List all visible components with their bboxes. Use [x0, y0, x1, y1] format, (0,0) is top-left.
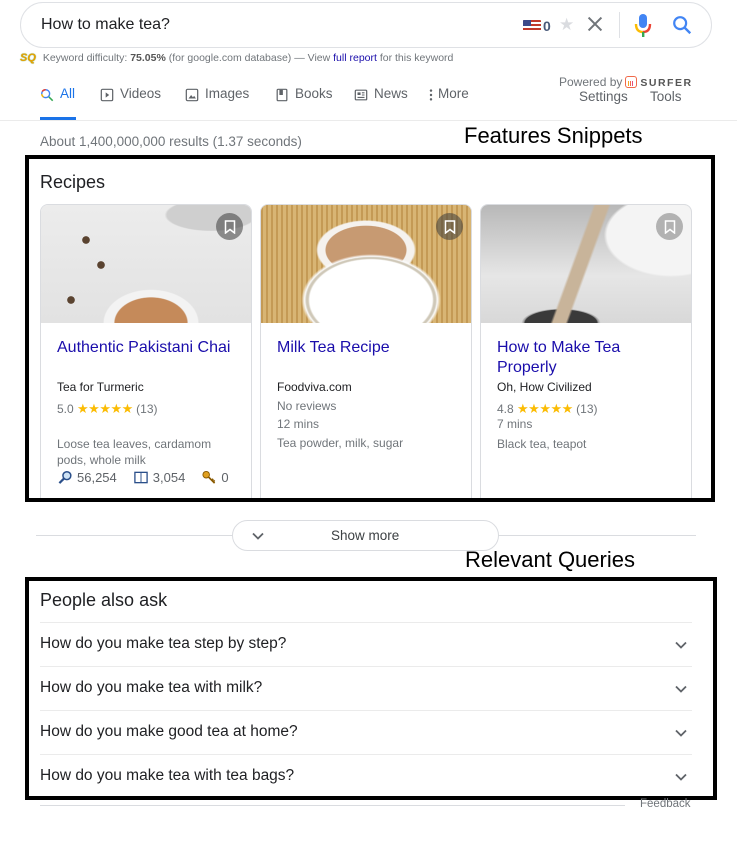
book-icon — [134, 471, 148, 484]
tab-all-label: All — [60, 86, 76, 101]
play-icon — [100, 88, 114, 102]
recipe-card[interactable]: Milk Tea Recipe Foodviva.com No reviews … — [260, 204, 472, 498]
searches-count: 56,254 — [77, 470, 117, 485]
rating-value: 5.0 — [57, 402, 74, 416]
tab-books[interactable]: Books — [275, 86, 333, 120]
tab-more[interactable]: More — [428, 86, 469, 120]
paa-question-text: How do you make tea step by step? — [40, 635, 287, 652]
news-icon — [354, 89, 368, 101]
bookmark-button[interactable] — [656, 213, 683, 240]
people-also-ask-heading: People also ask — [40, 590, 168, 610]
recipes-heading: Recipes — [40, 172, 106, 192]
show-more-button[interactable]: Show more — [232, 520, 499, 551]
rating-stars-icon: ★★★★★ — [517, 401, 573, 416]
close-icon[interactable] — [584, 13, 606, 35]
surfer-logo-icon — [625, 76, 638, 88]
recipe-title-link[interactable]: How to Make Tea Properly — [497, 338, 683, 378]
full-report-link[interactable]: full report — [333, 52, 377, 64]
paa-question[interactable]: How do you make tea with tea bags? — [40, 754, 692, 798]
kebab-icon — [429, 89, 433, 101]
powered-by-surfer: Powered by SURFER — [559, 75, 693, 89]
tab-books-label: Books — [295, 86, 333, 101]
image-icon — [185, 88, 199, 102]
search-input[interactable]: How to make tea? — [41, 16, 170, 34]
kd-label: Keyword difficulty: — [42, 52, 128, 64]
feedback-link[interactable]: Feedback — [640, 798, 691, 810]
tab-news-label: News — [374, 86, 408, 101]
semrush-logo-icon: SQ — [20, 52, 36, 64]
bookmark-button[interactable] — [436, 213, 463, 240]
recipe-source: Oh, How Civilized — [497, 380, 592, 394]
recipe-time: 7 mins — [497, 417, 533, 431]
key-icon — [202, 470, 216, 484]
bookmark-button[interactable] — [216, 213, 243, 240]
bookmark-icon — [664, 219, 675, 234]
microphone-icon[interactable] — [633, 13, 653, 39]
search-icon — [41, 89, 54, 102]
recipe-time: 12 mins — [277, 417, 320, 431]
kd-suffix: for this keyword — [379, 52, 454, 64]
result-stats: About 1,400,000,000 results (1.37 second… — [40, 134, 302, 149]
paa-question-text: How do you make tea with milk? — [40, 679, 263, 696]
bookmark-icon — [224, 219, 235, 234]
review-count: (13) — [136, 402, 158, 416]
chevron-down-icon — [675, 641, 687, 649]
kd-value: 75.05% — [130, 52, 166, 64]
book-icon — [276, 88, 288, 102]
search-divider — [619, 12, 620, 38]
chevron-down-icon — [252, 532, 264, 540]
tools-button[interactable]: Tools — [650, 89, 682, 104]
recipe-reviews: No reviews — [277, 399, 337, 413]
pages-count: 3,054 — [152, 470, 186, 485]
rating-value: 4.8 — [497, 402, 514, 416]
paa-question-text: How do you make good tea at home? — [40, 723, 298, 740]
tabs-divider — [0, 120, 737, 121]
recipe-title-link[interactable]: Milk Tea Recipe — [277, 338, 463, 358]
recipe-source: Tea for Turmeric — [57, 380, 144, 394]
kd-database-note: (for google.com database) — View — [168, 52, 331, 64]
rating-stars-icon: ★★★★★ — [77, 401, 133, 416]
search-icon[interactable] — [671, 14, 693, 36]
tab-images[interactable]: Images — [185, 86, 249, 120]
recipe-rating: 5.0 ★★★★★ (13) — [57, 401, 158, 417]
magnifier-icon — [58, 470, 72, 484]
chevron-down-icon — [675, 729, 687, 737]
bookmark-icon — [444, 219, 455, 234]
tab-more-label: More — [438, 86, 469, 101]
surfer-brand: SURFER — [640, 77, 693, 89]
powered-by-label: Powered by — [559, 75, 623, 89]
review-count: (13) — [576, 402, 598, 416]
us-flag-icon — [523, 20, 541, 32]
tab-videos[interactable]: Videos — [100, 86, 161, 120]
show-more-label: Show more — [331, 528, 400, 543]
paa-question-text: How do you make tea with tea bags? — [40, 767, 295, 784]
recipe-ingredients: Tea powder, milk, sugar — [277, 436, 404, 450]
recipe-ingredients: Loose tea leaves, cardamom pods, whole m… — [57, 437, 212, 467]
recipe-source: Foodviva.com — [277, 380, 352, 394]
chevron-down-icon — [675, 685, 687, 693]
paa-question[interactable]: How do you make tea with milk? — [40, 666, 692, 710]
tab-all[interactable]: All — [40, 86, 76, 120]
flag-count: 0 — [543, 18, 551, 34]
keyword-difficulty-bar: SQ Keyword difficulty: 75.05% (for googl… — [20, 52, 453, 64]
settings-button[interactable]: Settings — [579, 89, 628, 104]
recipe-ingredients: Black tea, teapot — [497, 437, 587, 451]
search-bar[interactable]: How to make tea? 0 ★ — [20, 2, 712, 48]
tab-videos-label: Videos — [120, 86, 162, 101]
recipe-title-link[interactable]: Authentic Pakistani Chai — [57, 338, 243, 358]
tab-news[interactable]: News — [354, 86, 408, 120]
tab-images-label: Images — [205, 86, 250, 101]
paa-bottom-divider — [40, 805, 625, 806]
recipe-card[interactable]: Authentic Pakistani Chai Tea for Turmeri… — [40, 204, 252, 498]
keyword-metrics: 56,254 3,054 0 — [57, 470, 229, 485]
paa-question[interactable]: How do you make tea step by step? — [40, 622, 692, 666]
star-icon[interactable]: ★ — [559, 15, 574, 35]
recipe-rating: 4.8 ★★★★★ (13) — [497, 401, 598, 417]
recipe-card[interactable]: How to Make Tea Properly Oh, How Civiliz… — [480, 204, 692, 498]
annotation-relevant-queries: Relevant Queries — [465, 547, 635, 572]
paa-question[interactable]: How do you make good tea at home? — [40, 710, 692, 754]
keys-count: 0 — [221, 470, 229, 485]
annotation-features-snippets: Features Snippets — [464, 123, 643, 148]
chevron-down-icon — [675, 773, 687, 781]
